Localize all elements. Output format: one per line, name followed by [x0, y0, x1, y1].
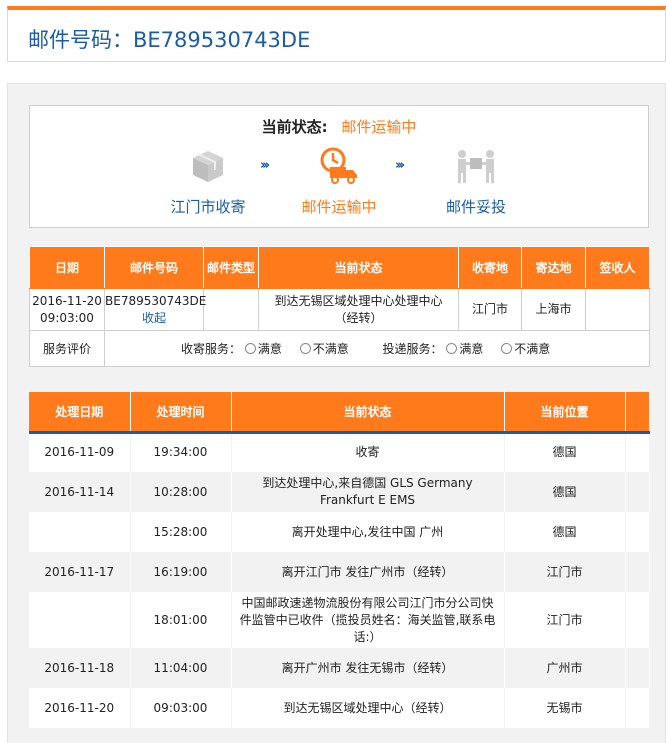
step-label: 邮件妥投: [445, 198, 506, 216]
spacer-cell: [625, 648, 650, 688]
track-time: 11:04:00: [130, 648, 232, 688]
track-status: 离开广州市 发往无锡市（经转）: [231, 648, 505, 688]
deliver-unsatisfied-option[interactable]: 不满意: [501, 342, 550, 356]
mail-origin: 江门市: [458, 288, 522, 331]
col-header: 处理日期: [29, 392, 131, 434]
table-row: 2016-11-20 09:03:00 BE789530743DE 收起 到达无…: [29, 288, 650, 331]
col-header: 当前状态: [231, 392, 505, 434]
table-row: 2016-11-20 09:03:00 到达无锡区域处理中心（经转） 无锡市: [29, 688, 650, 728]
track-time: 18:01:00: [130, 592, 232, 648]
mail-date: 2016-11-20 09:03:00: [29, 288, 105, 331]
current-status-row: 当前状态: 邮件运输中: [30, 116, 648, 137]
track-date: [29, 592, 131, 648]
radio-button[interactable]: [299, 343, 311, 354]
track-date: 2016-11-20: [29, 688, 131, 728]
delivery-truck-icon: [284, 146, 394, 186]
track-time: 15:28:00: [130, 512, 232, 552]
spacer-cell: [625, 592, 650, 648]
collect-satisfied-option[interactable]: 满意: [244, 342, 282, 356]
track-location: 无锡市: [504, 688, 626, 728]
current-status-value: 邮件运输中: [341, 118, 417, 136]
title-box: 邮件号码：BE789530743DE: [7, 6, 666, 62]
service-rating-label: 服务评价: [29, 330, 105, 367]
scrollbar-header-spacer: [625, 392, 650, 434]
track-location: 德国: [504, 432, 626, 472]
spacer-cell: [625, 432, 650, 472]
delivered-handover-icon: [421, 146, 531, 186]
track-status: 中国邮政速递物流股份有限公司江门市分公司快件监管中已收件（揽投员姓名：海关监管,…: [231, 592, 505, 648]
track-status: 到达处理中心,来自德国 GLS Germany Frankfurt E EMS: [231, 472, 505, 512]
mail-type: [203, 288, 259, 331]
track-date: [29, 512, 131, 552]
col-header: 邮件号码: [104, 246, 204, 289]
service-rating-row: 服务评价 收寄服务： 满意 不满意 投递服务： 满意 不满意: [29, 330, 650, 367]
track-status: 到达无锡区域处理中心（经转）: [231, 688, 505, 728]
radio-button[interactable]: [446, 343, 458, 354]
spacer-cell: [625, 512, 650, 552]
col-header: 邮件类型: [203, 246, 259, 289]
collapse-link[interactable]: 收起: [105, 310, 203, 327]
page-title: 邮件号码：BE789530743DE: [28, 28, 311, 52]
step-label: 邮件运输中: [301, 198, 377, 216]
col-header: 当前位置: [504, 392, 626, 434]
mail-status: 到达无锡区域处理中心处理中心（经转）: [258, 288, 459, 331]
tracking-table-header: 处理日期 处理时间 当前状态 当前位置: [29, 392, 650, 434]
track-status: 离开江门市 发往广州市（经转）: [231, 552, 505, 592]
track-status: 离开处理中心,发往中国 广州: [231, 512, 505, 552]
step-label: 江门市收寄: [170, 198, 246, 216]
mail-info-table: 日期 邮件号码 邮件类型 当前状态 收寄地 寄达地 签收人 2016-11-20…: [29, 246, 650, 367]
mail-signer: [585, 288, 650, 331]
deliver-satisfied-option[interactable]: 满意: [446, 342, 483, 356]
step-collected: 江门市收寄: [153, 146, 263, 217]
mail-number: BE789530743DE: [105, 293, 207, 308]
spacer-cell: [625, 552, 650, 592]
track-date: 2016-11-17: [29, 552, 131, 592]
status-panel: 当前状态: 邮件运输中 江门市收寄 ››› 邮件运输中 ››› 邮件妥投: [29, 105, 649, 228]
parcel-box-icon: [153, 146, 263, 186]
col-header: 处理时间: [130, 392, 232, 434]
track-location: 德国: [504, 512, 626, 552]
track-location: 江门市: [504, 592, 626, 648]
collect-service-label: 收寄服务：: [181, 342, 242, 356]
track-status: 收寄: [231, 432, 505, 472]
track-date: 2016-11-09: [29, 432, 131, 472]
radio-button[interactable]: [501, 343, 513, 354]
mail-number-cell: BE789530743DE 收起: [104, 288, 207, 331]
tracking-table: 处理日期 处理时间 当前状态 当前位置 2016-11-09 19:34:00 …: [29, 392, 650, 728]
radio-button[interactable]: [244, 343, 256, 354]
col-header: 签收人: [585, 246, 650, 289]
mail-destination: 上海市: [521, 288, 586, 331]
track-time: 09:03:00: [130, 688, 232, 728]
track-date: 2016-11-14: [29, 472, 131, 512]
col-header: 寄达地: [521, 246, 586, 289]
track-location: 广州市: [504, 648, 626, 688]
track-date: 2016-11-18: [29, 648, 131, 688]
track-location: 江门市: [504, 552, 626, 592]
step-delivered: 邮件妥投: [421, 146, 531, 217]
step-in-transit: 邮件运输中: [284, 146, 394, 217]
table-row: 18:01:00 中国邮政速递物流股份有限公司江门市分公司快件监管中已收件（揽投…: [29, 592, 650, 648]
track-time: 10:28:00: [130, 472, 232, 512]
step-arrow-icon: ›››: [395, 158, 405, 173]
col-header: 日期: [29, 246, 105, 289]
table-row: 2016-11-14 10:28:00 到达处理中心,来自德国 GLS Germ…: [29, 472, 650, 512]
track-time: 16:19:00: [130, 552, 232, 592]
service-rating-options: 收寄服务： 满意 不满意 投递服务： 满意 不满意: [104, 330, 650, 367]
table-row: 15:28:00 离开处理中心,发往中国 广州 德国: [29, 512, 650, 552]
table-row: 2016-11-18 11:04:00 离开广州市 发往无锡市（经转） 广州市: [29, 648, 650, 688]
table-row: 2016-11-09 19:34:00 收寄 德国: [29, 432, 650, 472]
spacer-cell: [625, 472, 650, 512]
table-row: 2016-11-17 16:19:00 离开江门市 发往广州市（经转） 江门市: [29, 552, 650, 592]
track-time: 19:34:00: [130, 432, 232, 472]
step-arrow-icon: ›››: [260, 158, 270, 173]
spacer-cell: [625, 688, 650, 728]
col-header: 收寄地: [458, 246, 522, 289]
track-location: 德国: [504, 472, 626, 512]
collect-unsatisfied-option[interactable]: 不满意: [299, 342, 349, 356]
content-panel: 当前状态: 邮件运输中 江门市收寄 ››› 邮件运输中 ››› 邮件妥投 日期 …: [7, 83, 666, 743]
deliver-service-label: 投递服务：: [382, 342, 443, 356]
current-status-label: 当前状态:: [261, 118, 328, 136]
mail-table-header: 日期 邮件号码 邮件类型 当前状态 收寄地 寄达地 签收人: [29, 246, 650, 289]
col-header: 当前状态: [258, 246, 459, 289]
